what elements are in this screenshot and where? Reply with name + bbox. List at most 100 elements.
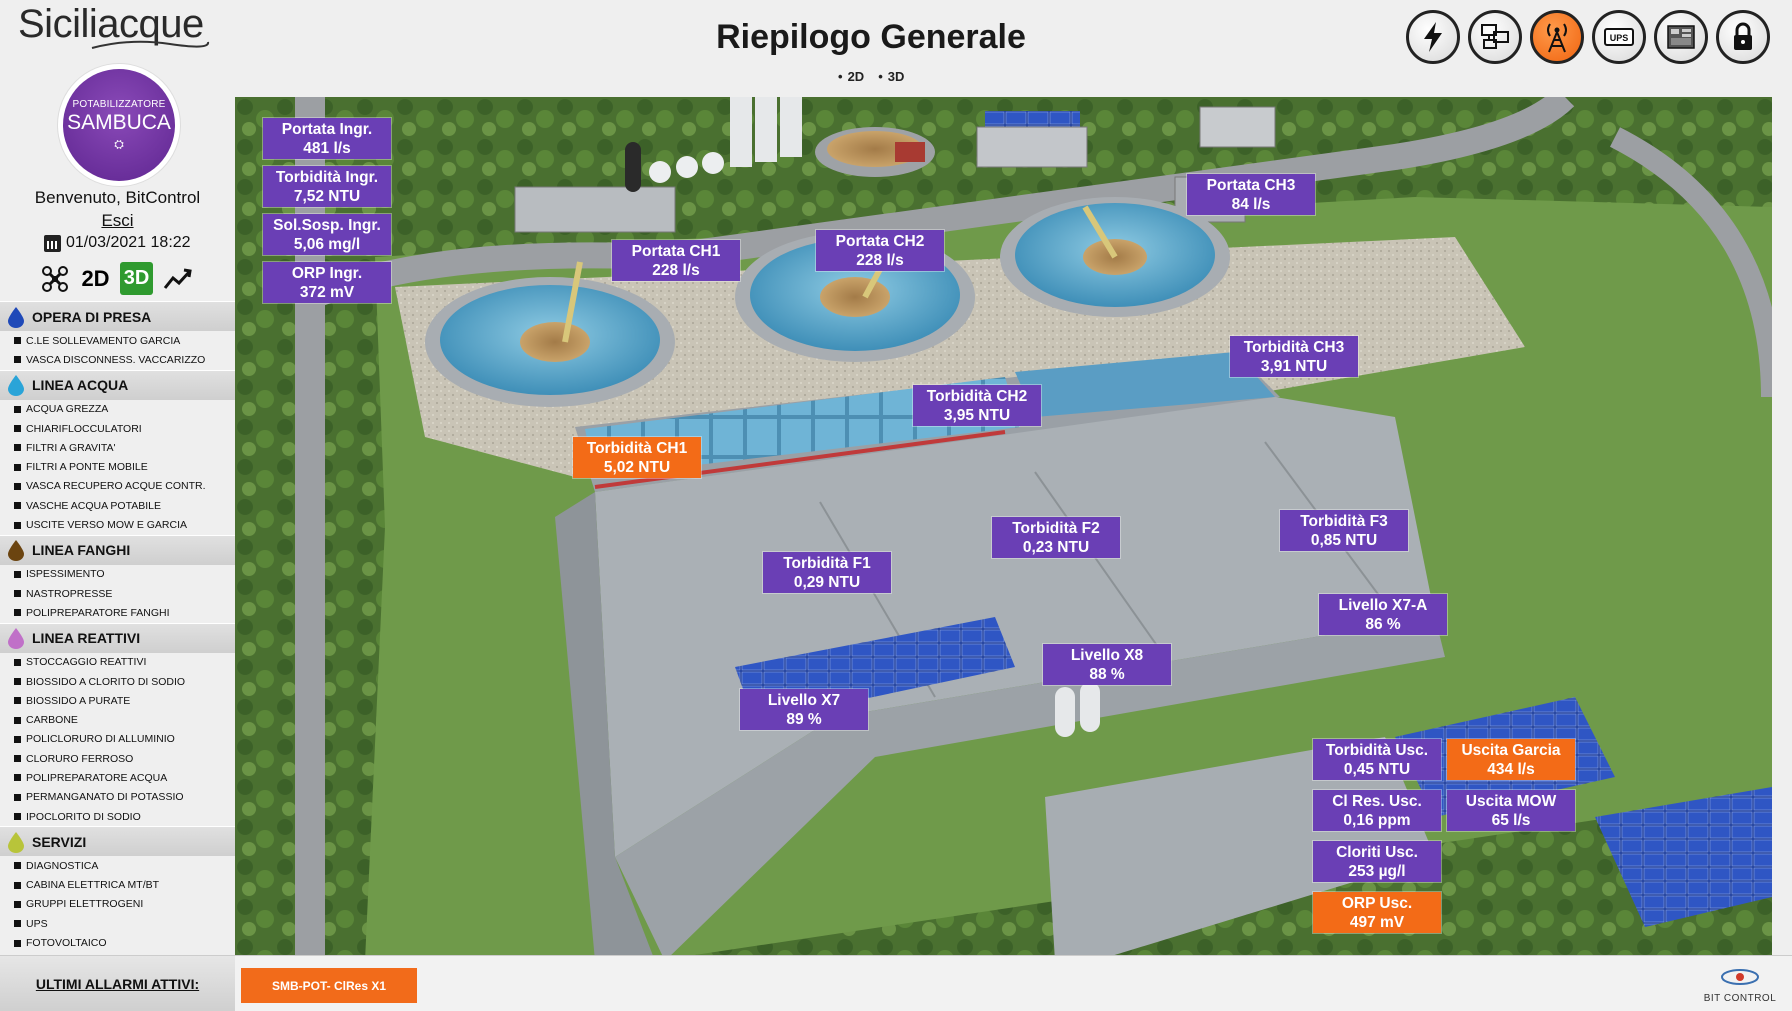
plc-icon[interactable] xyxy=(1654,10,1708,64)
menu-section-linea-acqua[interactable]: LINEA ACQUA xyxy=(0,369,235,400)
measurement-tag[interactable]: Uscita Garcia 434 l/s xyxy=(1447,739,1575,780)
menu-item[interactable]: POLIPREPARATORE FANGHI xyxy=(0,603,235,622)
sidebar-menu: OPERA DI PRESA C.LE SOLLEVAMENTO GARCIA VA… xyxy=(0,301,235,953)
menu-item[interactable]: GRUPPI ELETTROGENI xyxy=(0,895,235,914)
power-icon[interactable] xyxy=(1406,10,1460,64)
drop-icon xyxy=(8,306,24,328)
tag-name: Livello X7-A xyxy=(1338,597,1428,614)
menu-item[interactable]: DIAGNOSTICA xyxy=(0,856,235,875)
menu-item[interactable]: CABINA ELETTRICA MT/BT xyxy=(0,876,235,895)
menu-section-label: SERVIZI xyxy=(32,833,87,850)
measurement-tag[interactable]: Livello X7-A 86 % xyxy=(1319,594,1447,635)
menu-section-label: OPERA DI PRESA xyxy=(32,308,152,325)
ups-icon[interactable]: UPS xyxy=(1592,10,1646,64)
alarm-bar: ULTIMI ALLARMI ATTIVI: SMB-POT- ClRes X1… xyxy=(0,955,1792,1011)
tag-name: Cloriti Usc. xyxy=(1336,844,1418,861)
tag-name: Torbidità CH1 xyxy=(586,440,688,457)
menu-item[interactable]: BIOSSIDO A PURATE xyxy=(0,691,235,710)
menu-item[interactable]: FILTRI A PONTE MOBILE xyxy=(0,457,235,476)
view-switch: 2D 3D xyxy=(838,69,905,84)
tag-value: 434 l/s xyxy=(1487,761,1535,778)
tag-name: Livello X8 xyxy=(1070,647,1144,664)
drop-icon xyxy=(8,540,24,562)
tag-value: 228 l/s xyxy=(856,252,904,269)
menu-section-opera-di-presa[interactable]: OPERA DI PRESA xyxy=(0,301,235,331)
menu-item[interactable]: CHIARIFLOCCULATORI xyxy=(0,419,235,438)
tag-name: Torbidità CH2 xyxy=(926,388,1028,405)
tag-value: 7,52 NTU xyxy=(293,188,361,205)
sidebar: POTABILIZZATORE SAMBUCA ⛭ Benvenuto, Bit… xyxy=(0,55,235,955)
menu-section-label: LINEA REATTIVI xyxy=(32,630,141,647)
measurement-tag[interactable]: Sol.Sosp. Ingr. 5,06 mg/l xyxy=(263,214,391,255)
tag-value: 3,95 NTU xyxy=(943,407,1011,424)
tag-value: 3,91 NTU xyxy=(1260,358,1328,375)
measurement-tag[interactable]: ORP Ingr. 372 mV xyxy=(263,262,391,303)
menu-item[interactable]: C.LE SOLLEVAMENTO GARCIA xyxy=(0,331,235,350)
view-2d-button[interactable]: 2D xyxy=(79,262,112,295)
view-3d-link[interactable]: 3D xyxy=(878,69,905,84)
tag-name: Sol.Sosp. Ingr. xyxy=(273,217,381,234)
measurement-tag[interactable]: Torbidità F3 0,85 NTU xyxy=(1280,510,1408,551)
measurement-tag[interactable]: Portata CH2 228 l/s xyxy=(816,230,944,271)
measurement-tag[interactable]: Torbidità CH2 3,95 NTU xyxy=(913,385,1041,426)
measurement-tag[interactable]: Torbidità F1 0,29 NTU xyxy=(763,552,891,593)
measurement-tag[interactable]: Torbidità Ingr. 7,52 NTU xyxy=(263,166,391,207)
menu-item[interactable]: FOTOVOLTAICO xyxy=(0,933,235,952)
tag-value: 0,85 NTU xyxy=(1310,532,1378,549)
menu-item[interactable]: POLICLORURO DI ALLUMINIO xyxy=(0,730,235,749)
measurement-tag[interactable]: Torbidità CH3 3,91 NTU xyxy=(1230,336,1358,377)
menu-item[interactable]: VASCA RECUPERO ACQUE CONTR. xyxy=(0,477,235,496)
measurement-tag[interactable]: Torbidità F2 0,23 NTU xyxy=(992,517,1120,558)
measurement-tag[interactable]: Cl Res. Usc. 0,16 ppm xyxy=(1313,790,1441,831)
tag-name: Portata CH1 xyxy=(631,243,721,260)
menu-item[interactable]: IPOCLORITO DI SODIO xyxy=(0,807,235,826)
menu-item[interactable]: CARBONE xyxy=(0,710,235,729)
logout-link[interactable]: Esci xyxy=(0,211,235,231)
top-toolbar: UPS xyxy=(1406,10,1770,64)
menu-item[interactable]: NASTROPRESSE xyxy=(0,584,235,603)
view-3d-button[interactable]: 3D xyxy=(120,262,153,295)
menu-item[interactable]: PERMANGANATO DI POTASSIO xyxy=(0,788,235,807)
tag-name: Uscita Garcia xyxy=(1461,742,1561,759)
measurement-tag[interactable]: Livello X8 88 % xyxy=(1043,644,1171,685)
measurement-tag[interactable]: Cloriti Usc. 253 µg/l xyxy=(1313,841,1441,882)
app-window: Siciliacque Riepilogo Generale 2D 3D UPS… xyxy=(0,0,1792,1011)
menu-item[interactable]: VASCA DISCONNESS. VACCARIZZO xyxy=(0,350,235,369)
tag-value: 86 % xyxy=(1365,616,1401,633)
drone-view-button[interactable] xyxy=(38,262,71,295)
menu-section-linea-reattivi[interactable]: LINEA REATTIVI xyxy=(0,622,235,653)
active-alarm-chip[interactable]: SMB-POT- ClRes X1 xyxy=(241,968,417,1003)
network-icon[interactable] xyxy=(1468,10,1522,64)
plant-icon: ⛭ xyxy=(114,137,124,151)
trend-chart-button[interactable] xyxy=(161,262,194,295)
measurement-tag[interactable]: Torbidità CH1 5,02 NTU xyxy=(573,437,701,478)
tag-value: 84 l/s xyxy=(1231,196,1271,213)
menu-item[interactable]: POLIPREPARATORE ACQUA xyxy=(0,768,235,787)
lock-icon[interactable] xyxy=(1716,10,1770,64)
menu-item[interactable]: USCITE VERSO MOW E GARCIA xyxy=(0,515,235,534)
menu-section-linea-fanghi[interactable]: LINEA FANGHI xyxy=(0,534,235,565)
menu-item[interactable]: FILTRI A GRAVITA' xyxy=(0,438,235,457)
menu-item[interactable]: UPS xyxy=(0,914,235,933)
measurement-tag[interactable]: ORP Usc. 497 mV xyxy=(1313,892,1441,933)
measurement-tag[interactable]: Livello X7 89 % xyxy=(740,689,868,730)
tag-name: Torbidità F3 xyxy=(1300,513,1388,530)
menu-section-servizi[interactable]: SERVIZI xyxy=(0,826,235,857)
antenna-icon[interactable] xyxy=(1530,10,1584,64)
measurement-tag[interactable]: Portata CH1 228 l/s xyxy=(612,240,740,281)
measurement-tag[interactable]: Uscita MOW 65 l/s xyxy=(1447,790,1575,831)
measurement-tag[interactable]: Portata CH3 84 l/s xyxy=(1187,174,1315,215)
alarm-label[interactable]: ULTIMI ALLARMI ATTIVI: xyxy=(0,956,235,1011)
measurement-tag[interactable]: Torbidità Usc. 0,45 NTU xyxy=(1313,739,1441,780)
tag-value: 0,29 NTU xyxy=(793,574,861,591)
menu-item[interactable]: VASCHE ACQUA POTABILE xyxy=(0,496,235,515)
menu-item[interactable]: ACQUA GREZZA xyxy=(0,400,235,419)
menu-item[interactable]: STOCCAGGIO REATTIVI xyxy=(0,653,235,672)
menu-item[interactable]: BIOSSIDO A CLORITO DI SODIO xyxy=(0,672,235,691)
measurement-tag[interactable]: Portata Ingr. 481 l/s xyxy=(263,118,391,159)
view-2d-link[interactable]: 2D xyxy=(838,69,865,84)
plant-logo: POTABILIZZATORE SAMBUCA ⛭ xyxy=(58,64,180,186)
menu-item[interactable]: ISPESSIMENTO xyxy=(0,565,235,584)
tag-name: ORP Usc. xyxy=(1341,895,1413,912)
menu-item[interactable]: CLORURO FERROSO xyxy=(0,749,235,768)
